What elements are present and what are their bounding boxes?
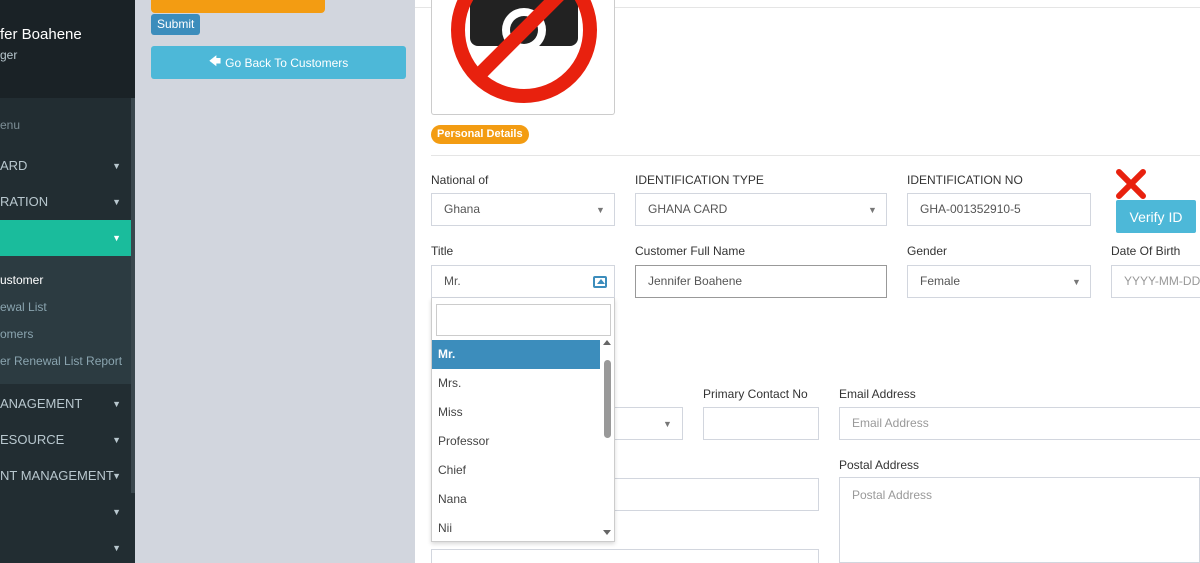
submenu-item-renewal-list[interactable]: ewal List (0, 300, 47, 314)
sidebar-submenu: ustomer ewal List omers er Renewal List … (0, 256, 135, 384)
scroll-down-icon[interactable] (603, 530, 611, 535)
id-type-label: IDENTIFICATION TYPE (635, 173, 764, 187)
main-content: Personal Details National of Ghana ▼ IDE… (415, 0, 1200, 563)
dropdown-open-icon[interactable] (593, 276, 607, 288)
sidebar-item-1[interactable]: ARD ▼ (0, 148, 135, 184)
dob-input[interactable]: YYYY-MM-DD (1111, 265, 1200, 298)
go-back-button[interactable]: 🡄 Go Back To Customers (151, 46, 406, 79)
full-name-input[interactable]: Jennifer Boahene (635, 265, 887, 298)
sidebar-item-label: NT MANAGEMENT (0, 468, 114, 483)
customer-photo[interactable] (431, 0, 615, 115)
personal-details-badge: Personal Details (431, 125, 529, 144)
id-no-label: IDENTIFICATION NO (907, 173, 1023, 187)
section-divider (431, 155, 1200, 156)
verify-id-button[interactable]: Verify ID (1116, 200, 1196, 233)
arrow-left-icon: 🡄 (208, 54, 222, 68)
caret-down-icon: ▼ (1072, 277, 1081, 287)
sidebar-item-management[interactable]: ANAGEMENT ▼ (0, 386, 135, 422)
id-type-value: GHANA CARD (648, 202, 728, 216)
caret-down-icon: ▼ (112, 233, 121, 243)
full-name-value: Jennifer Boahene (648, 274, 743, 288)
primary-contact-label: Primary Contact No (703, 387, 808, 401)
primary-contact-input[interactable] (703, 407, 819, 440)
not-verified-icon (1116, 169, 1146, 199)
sidebar-item-label: RATION (0, 194, 49, 209)
id-no-input[interactable]: GHA-001352910-5 (907, 193, 1091, 226)
email-label: Email Address (839, 387, 916, 401)
caret-down-icon: ▼ (112, 471, 121, 481)
contact-type-select[interactable]: ▼ (615, 407, 683, 440)
caret-down-icon: ▼ (112, 507, 121, 517)
title-select[interactable]: Mr. (431, 265, 615, 298)
national-label: National of (431, 173, 489, 187)
submenu-item-customer[interactable]: ustomer (0, 273, 43, 287)
sidebar-item-label: ARD (0, 158, 28, 173)
dropdown-scrollbar[interactable] (600, 340, 615, 540)
scroll-up-icon[interactable] (603, 340, 611, 345)
caret-down-icon: ▼ (112, 399, 121, 409)
scroll-thumb[interactable] (604, 360, 611, 438)
caret-down-icon: ▼ (112, 543, 121, 553)
postal-placeholder: Postal Address (852, 488, 933, 502)
title-dropdown: Mr. Mrs. Miss Professor Chief Nana Nii (431, 298, 615, 542)
no-photo-icon (451, 0, 597, 103)
dropdown-option[interactable]: Professor (432, 427, 600, 456)
caret-down-icon: ▼ (112, 161, 121, 171)
submenu-item-renewal-report[interactable]: er Renewal List Report (0, 354, 122, 368)
warning-button-edge[interactable] (151, 0, 325, 13)
title-label: Title (431, 244, 454, 258)
dropdown-option[interactable]: Miss (432, 398, 600, 427)
caret-down-icon: ▼ (112, 197, 121, 207)
sidebar-item-label: ANAGEMENT (0, 396, 83, 411)
menu-header: enu (0, 118, 21, 132)
postal-label: Postal Address (839, 458, 920, 472)
email-placeholder: Email Address (852, 416, 929, 430)
caret-down-icon: ▼ (112, 435, 121, 445)
full-name-label: Customer Full Name (635, 244, 746, 258)
submit-button[interactable]: Submit (151, 14, 201, 35)
dropdown-option[interactable]: Nana (432, 485, 600, 514)
dropdown-option[interactable]: Chief (432, 456, 600, 485)
gender-select[interactable]: Female ▼ (907, 265, 1091, 298)
caret-down-icon: ▼ (596, 205, 605, 215)
user-name: fer Boahene (0, 26, 82, 43)
gender-label: Gender (907, 244, 948, 258)
dropdown-options: Mr. Mrs. Miss Professor Chief Nana Nii (432, 340, 600, 543)
dropdown-option-selected[interactable]: Mr. (432, 340, 600, 369)
bottom-input[interactable] (431, 549, 819, 563)
address-input[interactable] (615, 478, 819, 511)
id-type-select[interactable]: GHANA CARD ▼ (635, 193, 887, 226)
caret-down-icon: ▼ (868, 205, 877, 215)
dob-label: Date Of Birth (1111, 244, 1181, 258)
id-no-value: GHA-001352910-5 (920, 202, 1021, 216)
sidebar-item-resource[interactable]: ESOURCE ▼ (0, 422, 135, 458)
title-value: Mr. (444, 274, 461, 288)
user-role: ger (0, 48, 18, 62)
user-panel: fer Boahene ger (0, 0, 135, 98)
national-select[interactable]: Ghana ▼ (431, 193, 615, 226)
dob-placeholder: YYYY-MM-DD (1124, 274, 1200, 288)
go-back-label: Go Back To Customers (225, 55, 349, 70)
sidebar-item-7[interactable]: ▼ (0, 494, 135, 530)
dropdown-option[interactable]: Mrs. (432, 369, 600, 398)
sidebar-item-active[interactable]: ▼ (0, 220, 135, 256)
dropdown-option[interactable]: Nii (432, 514, 600, 543)
submenu-item-customers[interactable]: omers (0, 327, 33, 341)
email-input[interactable]: Email Address (839, 407, 1200, 440)
left-panel: Submit 🡄 Go Back To Customers (135, 0, 415, 563)
sidebar: fer Boahene ger enu ARD ▼ RATION ▼ ▼ ust… (0, 0, 135, 563)
sidebar-item-label: ESOURCE (0, 432, 65, 447)
gender-value: Female (920, 274, 961, 288)
sidebar-item-2[interactable]: RATION ▼ (0, 184, 135, 220)
sidebar-item-nt-management[interactable]: NT MANAGEMENT ▼ (0, 458, 135, 494)
caret-down-icon: ▼ (663, 419, 672, 429)
national-value: Ghana (444, 202, 481, 216)
postal-address-textarea[interactable]: Postal Address (839, 477, 1200, 563)
sidebar-item-8[interactable]: ▼ (0, 530, 135, 563)
dropdown-search-input[interactable] (436, 304, 611, 336)
